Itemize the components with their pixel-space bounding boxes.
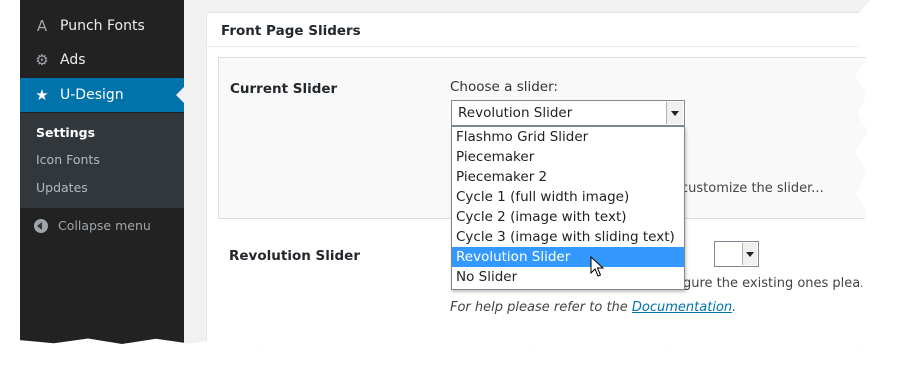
submenu-item-updates[interactable]: Updates [36,180,88,195]
screenshot-frame: A Punch Fonts ⚙ Ads ★ U-Design Settings … [20,0,870,345]
dropdown-option[interactable]: No Slider [452,267,684,287]
help-prefix: For help please refer to the [450,300,632,315]
panel-header: Front Page Sliders [206,12,870,47]
collapse-menu-button[interactable]: Collapse menu [34,218,151,233]
submenu-item-icon-fonts[interactable]: Icon Fonts [36,152,100,167]
slider-dropdown-list: Flashmo Grid Slider Piecemaker Piecemake… [451,126,685,290]
gear-icon: ⚙ [35,51,49,69]
dropdown-option[interactable]: Cycle 1 (full width image) [452,187,684,207]
revolution-slider-select[interactable] [714,241,759,267]
sidebar-item-u-design[interactable]: ★ U-Design [20,78,184,112]
dropdown-option[interactable]: Flashmo Grid Slider [452,127,684,147]
admin-sidebar: A Punch Fonts ⚙ Ads ★ U-Design Settings … [20,0,184,345]
configure-text: gure the existing ones please r [683,276,870,291]
dropdown-option[interactable]: Piecemaker [452,147,684,167]
dropdown-option-highlighted[interactable]: Revolution Slider [452,247,684,267]
collapse-icon [34,218,48,233]
mouse-cursor-icon [590,256,604,277]
sidebar-item-label: Ads [60,52,86,68]
current-slider-label: Current Slider [230,81,338,97]
help-suffix: . [732,300,737,315]
customize-text: customize the slider... [681,181,824,196]
slider-select[interactable]: Revolution Slider [451,100,685,126]
documentation-link[interactable]: Documentation [632,300,732,315]
sidebar-submenu: Settings Icon Fonts Updates [20,113,184,208]
main-content: Front Page Sliders Current Slider Choose… [184,0,870,345]
collapse-label: Collapse menu [58,218,151,233]
sidebar-item-ads[interactable]: ⚙ Ads [20,43,184,77]
chevron-down-icon[interactable] [666,102,683,124]
sidebar-item-label: U-Design [60,87,124,103]
dropdown-option[interactable]: Cycle 3 (image with sliding text) [452,227,684,247]
sidebar-item-label: Punch Fonts [60,18,145,34]
choose-slider-label: Choose a slider: [450,79,558,95]
panel-title: Front Page Sliders [221,23,361,39]
chevron-down-icon [742,243,757,265]
revolution-slider-label: Revolution Slider [229,248,360,264]
active-indicator [176,87,184,103]
select-value: Revolution Slider [458,105,573,121]
punch-fonts-icon: A [36,17,48,35]
sidebar-item-punch-fonts[interactable]: A Punch Fonts [20,9,184,43]
star-icon: ★ [35,86,49,104]
dropdown-option[interactable]: Piecemaker 2 [452,167,684,187]
submenu-item-settings[interactable]: Settings [36,125,95,140]
help-text: For help please refer to the Documentati… [450,300,736,315]
dropdown-option[interactable]: Cycle 2 (image with text) [452,207,684,227]
